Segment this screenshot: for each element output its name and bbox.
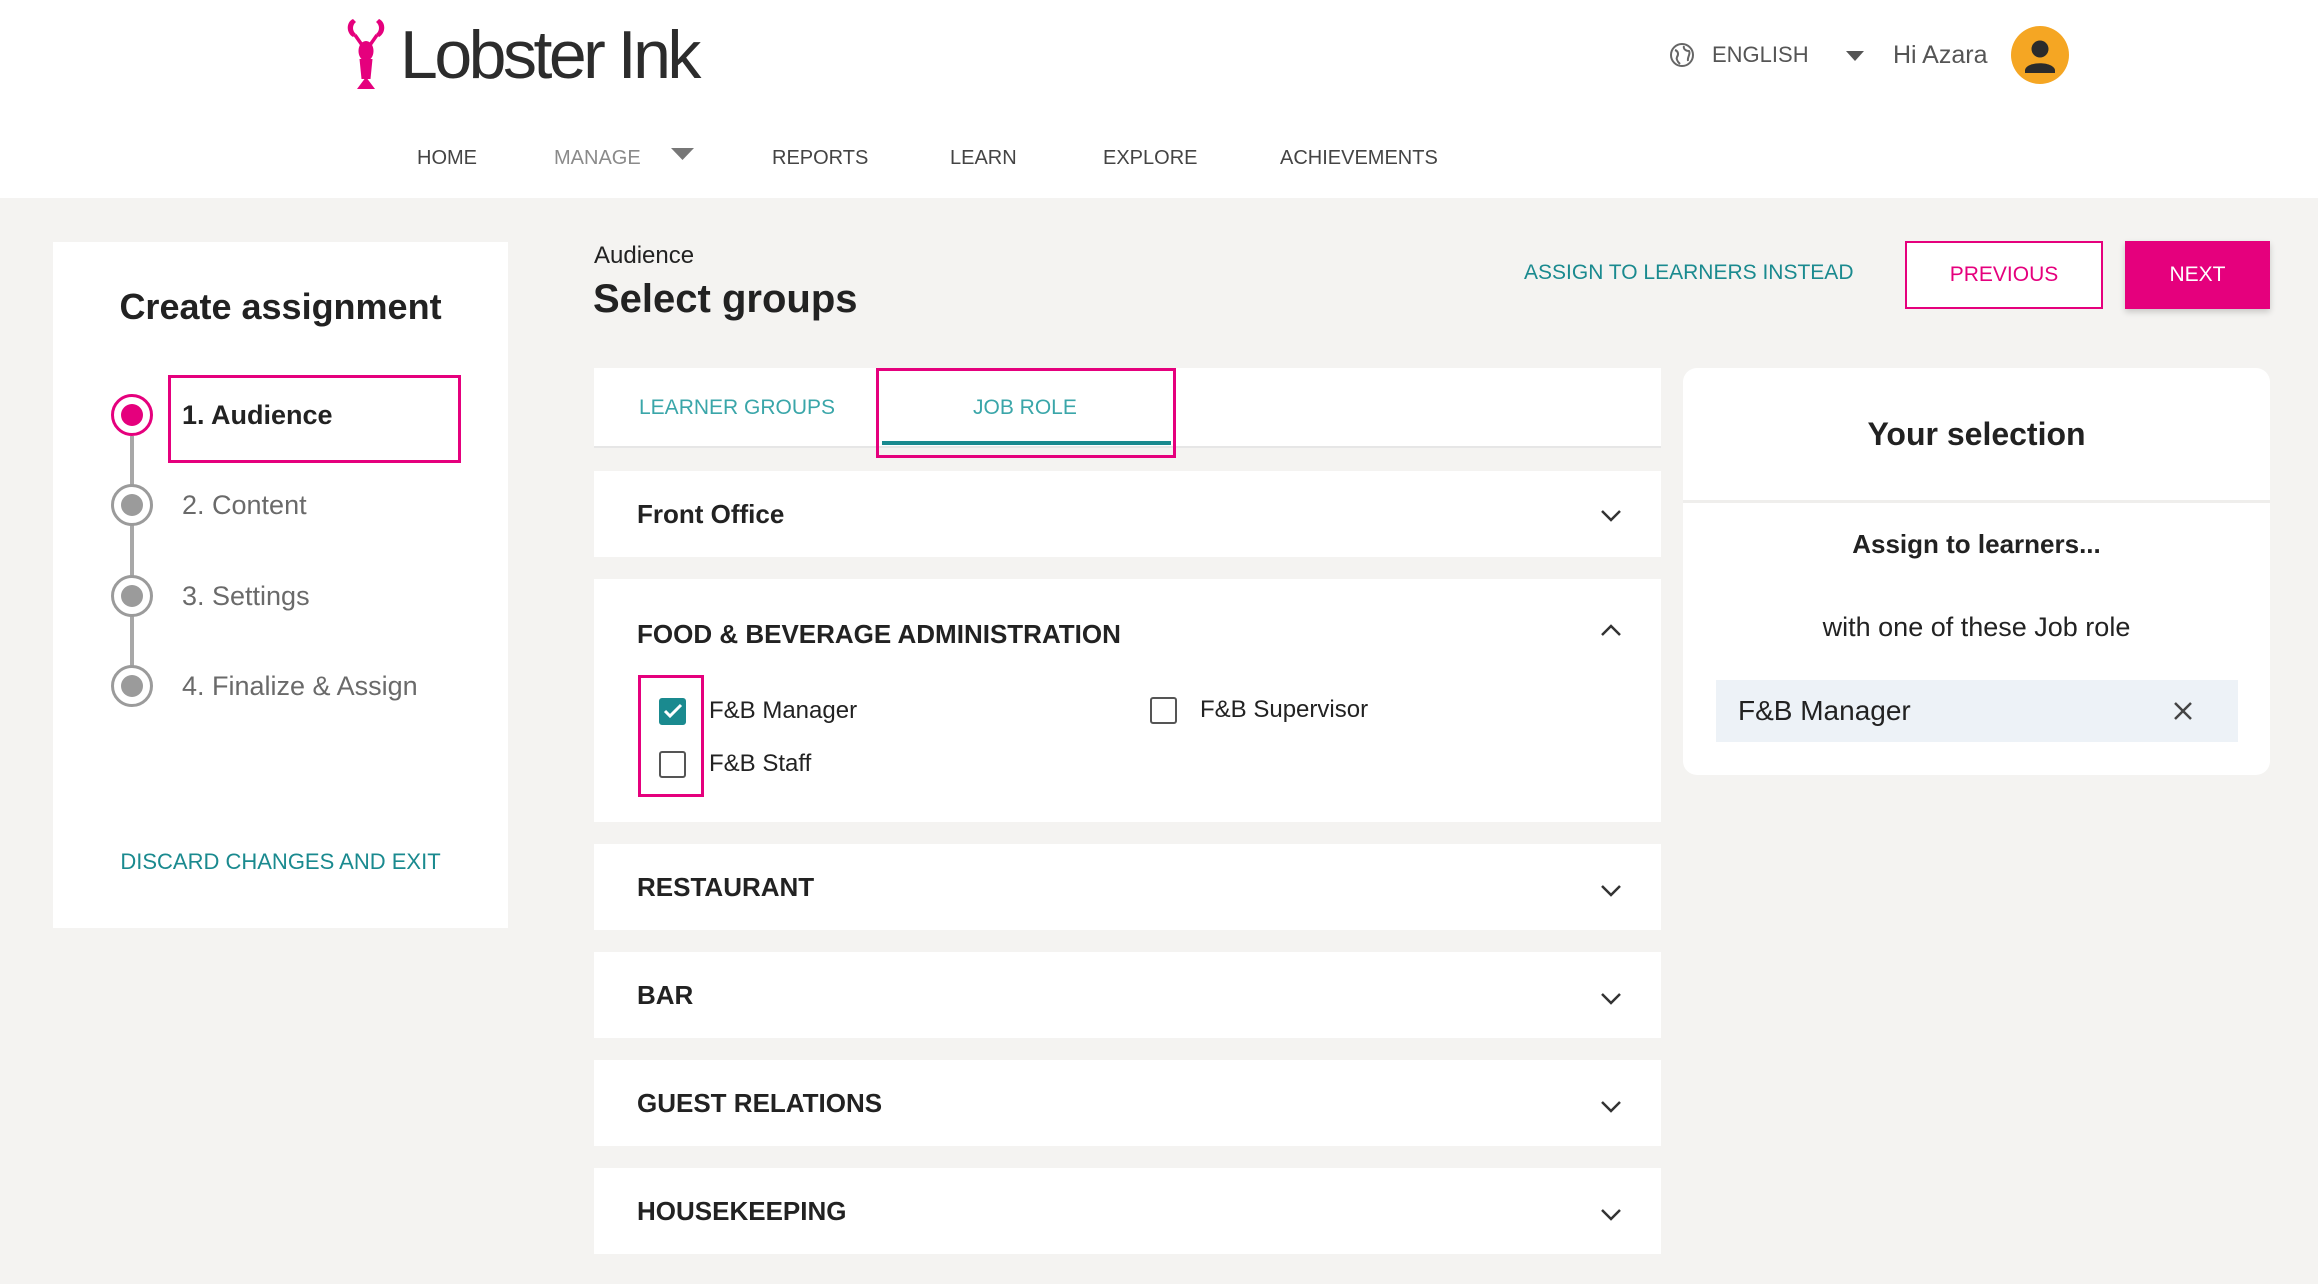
chevron-down-icon[interactable]: [1600, 884, 1622, 898]
accordion-title: Front Office: [637, 498, 785, 529]
accordion-header[interactable]: Front Office: [594, 471, 1661, 557]
step-finalize-assign[interactable]: 4. Finalize & Assign: [111, 665, 418, 707]
avatar-icon[interactable]: [2011, 26, 2069, 84]
checkbox[interactable]: [1150, 696, 1177, 724]
chevron-down-icon[interactable]: [1600, 1100, 1622, 1114]
step-indicator-icon: [111, 484, 153, 526]
language-selector[interactable]: ENGLISH: [1712, 42, 1809, 68]
role-label: F&B Supervisor: [1200, 696, 1369, 723]
lobster-icon: [347, 19, 385, 89]
nav-home[interactable]: HOME: [417, 146, 477, 170]
page-eyebrow: Audience: [594, 242, 695, 269]
selection-title: Your selection: [1867, 415, 2086, 452]
page-title: Select groups: [593, 277, 858, 321]
user-greeting[interactable]: Hi Azara: [1893, 40, 1987, 70]
step-label: 2. Content: [182, 490, 307, 520]
accordion-title: FOOD & BEVERAGE ADMINISTRATION: [637, 618, 1121, 649]
nav-achievements[interactable]: ACHIEVEMENTS: [1280, 146, 1438, 170]
step-indicator-icon: [111, 575, 153, 617]
chevron-down-icon[interactable]: [1600, 509, 1622, 523]
group-front-office: Front Office: [594, 471, 1661, 557]
role-label: F&B Staff: [709, 750, 812, 777]
accordion-title: BAR: [637, 979, 694, 1010]
tab-learner-groups[interactable]: LEARNER GROUPS: [639, 395, 835, 421]
nav-learn[interactable]: LEARN: [950, 146, 1017, 170]
selection-description: with one of these Job role: [1822, 612, 2131, 642]
highlight-box: [168, 375, 461, 463]
step-active-indicator-icon: [111, 394, 153, 436]
assign-to-learners-link[interactable]: ASSIGN TO LEARNERS INSTEAD: [1524, 260, 1853, 286]
previous-button[interactable]: PREVIOUS: [1905, 241, 2103, 309]
selected-role-chip: F&B Manager: [1716, 680, 2238, 742]
selection-panel-header: Your selection: [1683, 368, 2270, 503]
discard-changes-link[interactable]: DISCARD CHANGES AND EXIT: [53, 849, 508, 875]
step-indicator-icon: [111, 665, 153, 707]
group-guest-relations: GUEST RELATIONS: [594, 1060, 1661, 1146]
globe-icon[interactable]: [1669, 42, 1695, 68]
step-label: 4. Finalize & Assign: [182, 671, 418, 701]
nav-manage[interactable]: MANAGE: [554, 146, 641, 170]
chevron-down-icon[interactable]: [1600, 1208, 1622, 1222]
highlight-box: [638, 675, 704, 797]
sidebar-title: Create assignment: [119, 286, 442, 327]
group-restaurant: RESTAURANT: [594, 844, 1661, 930]
role-label: F&B Manager: [709, 697, 858, 724]
selection-subtitle: Assign to learners...: [1852, 529, 2101, 559]
accordion-title: GUEST RELATIONS: [637, 1087, 883, 1118]
accordion-title: HOUSEKEEPING: [637, 1195, 847, 1226]
role-option-fb-supervisor[interactable]: F&B Supervisor: [1150, 696, 1368, 724]
accordion-header[interactable]: FOOD & BEVERAGE ADMINISTRATION: [594, 579, 1661, 689]
chip-label: F&B Manager: [1738, 695, 1911, 726]
caret-down-icon[interactable]: [670, 147, 695, 161]
step-label: 3. Settings: [182, 581, 310, 611]
selection-panel: Your selection Assign to learners... wit…: [1683, 368, 2270, 775]
group-housekeeping: HOUSEKEEPING: [594, 1168, 1661, 1254]
step-content[interactable]: 2. Content: [111, 484, 307, 526]
nav-explore[interactable]: EXPLORE: [1103, 146, 1197, 170]
group-food-beverage-administration: FOOD & BEVERAGE ADMINISTRATION F&B Manag…: [594, 579, 1661, 822]
next-button[interactable]: NEXT: [2125, 241, 2270, 309]
steps-connector: [130, 436, 134, 666]
chevron-up-icon[interactable]: [1600, 623, 1622, 637]
caret-down-icon[interactable]: [1845, 50, 1865, 62]
nav-reports[interactable]: REPORTS: [772, 146, 868, 170]
accordion-header[interactable]: BAR: [594, 952, 1661, 1038]
accordion-title: RESTAURANT: [637, 871, 815, 902]
accordion-header[interactable]: RESTAURANT: [594, 844, 1661, 930]
brand-logo-text[interactable]: Lobster Ink: [400, 21, 701, 89]
close-icon[interactable]: [2171, 699, 2195, 723]
accordion-header[interactable]: HOUSEKEEPING: [594, 1168, 1661, 1254]
highlight-box: [876, 368, 1176, 458]
chevron-down-icon[interactable]: [1600, 992, 1622, 1006]
step-settings[interactable]: 3. Settings: [111, 575, 310, 617]
group-bar: BAR: [594, 952, 1661, 1038]
accordion-header[interactable]: GUEST RELATIONS: [594, 1060, 1661, 1146]
